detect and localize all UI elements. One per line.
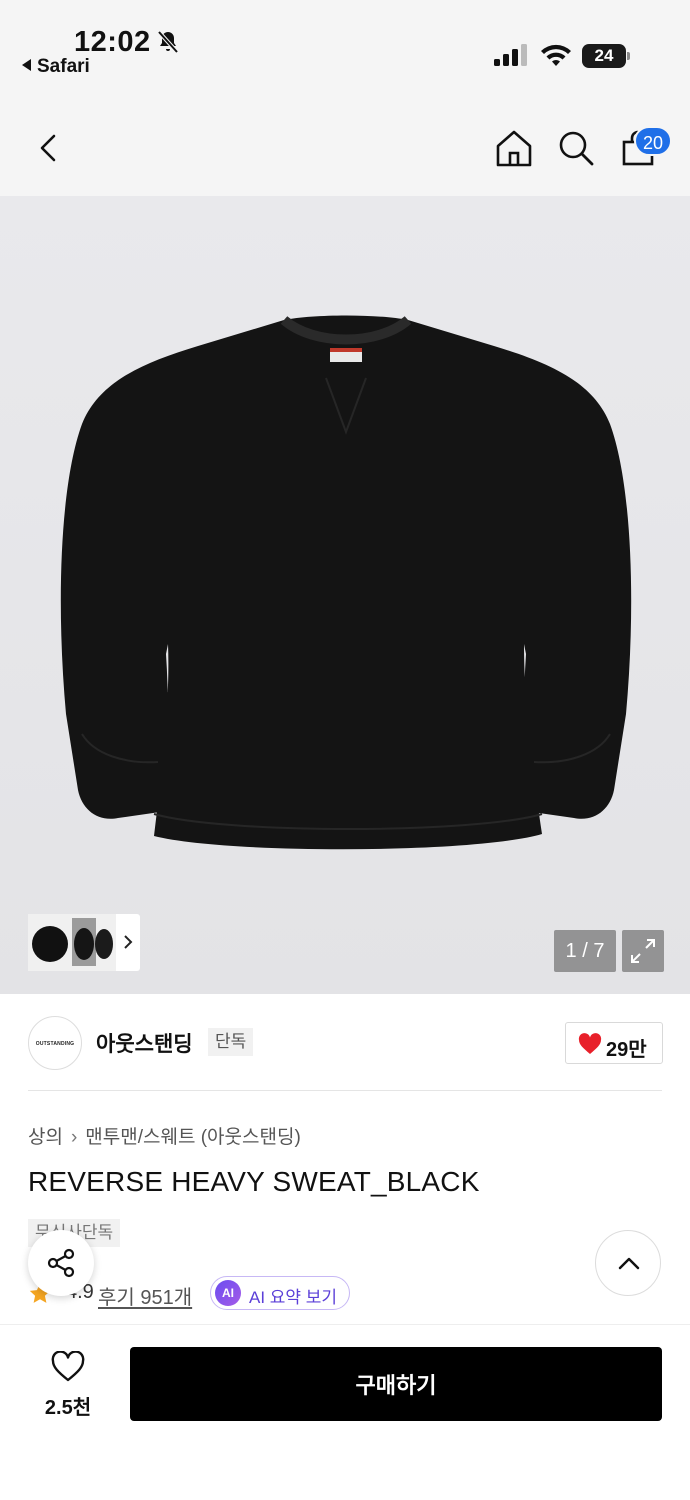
battery-level: 24 xyxy=(582,44,626,68)
share-button[interactable] xyxy=(28,1230,94,1296)
breadcrumb-subcategory[interactable]: 맨투맨/스웨트 (아웃스탠딩) xyxy=(85,1127,301,1148)
thumbnail-strip[interactable] xyxy=(28,914,140,971)
brand-like-button[interactable]: 29만 xyxy=(565,1022,663,1064)
expand-icon xyxy=(631,939,655,963)
exclusive-tag: 단독 xyxy=(208,1028,254,1056)
ai-badge-icon: AI xyxy=(215,1280,241,1306)
wifi-icon xyxy=(541,44,571,66)
heart-outline-icon[interactable] xyxy=(50,1351,86,1383)
home-icon[interactable] xyxy=(494,128,534,168)
scroll-to-top-button[interactable] xyxy=(595,1230,661,1296)
product-image-sweatshirt xyxy=(60,315,632,850)
chevron-up-icon xyxy=(618,1257,640,1270)
back-icon[interactable] xyxy=(30,128,70,168)
back-triangle-icon xyxy=(22,59,31,71)
image-counter: 1 / 7 xyxy=(554,930,616,972)
review-count-link[interactable]: 후기 951개 xyxy=(98,1281,192,1310)
expand-button[interactable] xyxy=(622,930,664,972)
share-icon xyxy=(47,1248,75,1278)
brand-name[interactable]: 아웃스탠딩 xyxy=(96,1028,193,1058)
breadcrumb-separator-icon: › xyxy=(70,1127,78,1148)
status-time: 12:02 xyxy=(74,26,151,58)
breadcrumb-category[interactable]: 상의 xyxy=(28,1127,63,1148)
brand-logo[interactable]: OUTSTANDING xyxy=(28,1016,82,1070)
breadcrumb: 상의 › 맨투맨/스웨트 (아웃스탠딩) xyxy=(28,1122,301,1149)
search-icon[interactable] xyxy=(556,128,596,168)
back-to-app-link[interactable]: Safari xyxy=(22,56,90,78)
thumbnail-images xyxy=(28,914,116,971)
divider xyxy=(28,1090,662,1091)
status-bar: 12:02 Safari 24 xyxy=(0,0,690,100)
back-app-label: Safari xyxy=(37,56,90,77)
battery-indicator: 24 xyxy=(582,44,630,68)
ai-summary-label: AI 요약 보기 xyxy=(249,1288,338,1307)
bell-off-icon xyxy=(157,30,179,54)
product-title: REVERSE HEAVY SWEAT_BLACK xyxy=(28,1166,480,1197)
product-image-gallery[interactable]: 1 / 7 xyxy=(0,196,690,994)
cart-count-badge: 20 xyxy=(634,126,672,156)
chevron-right-icon[interactable] xyxy=(122,934,134,950)
heart-filled-icon xyxy=(578,1033,602,1054)
ai-summary-button[interactable]: AI AI 요약 보기 xyxy=(210,1276,350,1310)
buy-button[interactable]: 구매하기 xyxy=(130,1347,662,1421)
brand-like-count: 29만 xyxy=(606,1039,647,1061)
top-navigation xyxy=(0,100,690,196)
cellular-signal-icon xyxy=(494,44,527,66)
wishlist-count: 2.5천 xyxy=(44,1397,92,1419)
bottom-action-bar: 2.5천 구매하기 xyxy=(0,1324,690,1500)
